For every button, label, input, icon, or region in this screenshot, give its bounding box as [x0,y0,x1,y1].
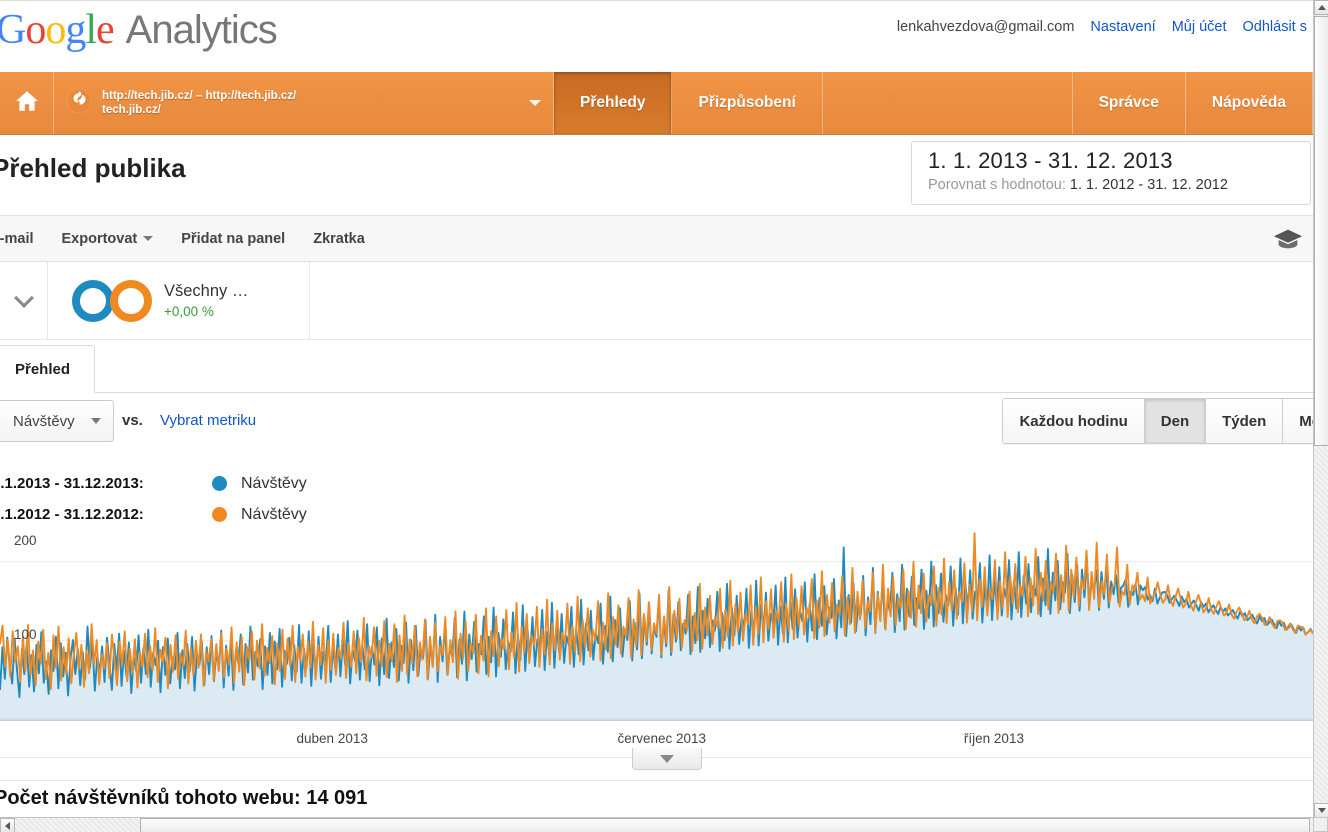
metric-controls-row: Návštěvy vs. Vybrat metriku Každou hodin… [0,398,1328,452]
sign-out-link[interactable]: Odhlásit s [1243,19,1307,35]
export-button[interactable]: Exportovat [48,231,168,247]
date-range-compare: Porovnat s hodnotou: 1. 1. 2012 - 31. 12… [928,177,1310,193]
report-toolbar: E-mail Exportovat Přidat na panel Zkratk… [0,215,1313,262]
vertical-scrollbar-thumb[interactable] [1314,16,1328,446]
legend-dot-compare [212,507,227,522]
site-visitors-count: Počet návštěvníků tohoto webu: 14 091 [0,787,368,809]
google-analytics-logo: Google Analytics [0,7,278,53]
arrow-down-icon [1317,808,1326,813]
page-title-row: Přehled publika 1. 1. 2013 - 31. 12. 201… [0,135,1313,215]
segment-donut-icons [72,279,152,322]
export-label: Exportovat [61,230,138,247]
property-selector[interactable]: http://tech.jib.cz/ – http://tech.jib.cz… [54,72,554,134]
add-to-dashboard-label: Přidat na panel [181,230,286,247]
email-button[interactable]: E-mail [0,231,48,247]
x-axis-label-october: říjen 2013 [963,731,1024,746]
scroll-left-button[interactable] [0,818,15,832]
nav-tab-reports[interactable]: Přehledy [554,72,673,134]
site-visitors-section: Počet návštěvníků tohoto webu: 14 091 [0,780,1313,818]
scroll-up-button[interactable] [1314,0,1328,15]
granularity-day[interactable]: Den [1144,399,1207,443]
account-email: lenkahvezdova@gmail.com [896,19,1075,35]
donut-icon-orange [110,279,152,322]
legend-date-compare: 1.1.2012 - 31.12.2012: [0,506,144,523]
date-range-primary: 1. 1. 2013 - 31. 12. 2013 [928,148,1173,173]
date-range-compare-label: Porovnat s hodnotou: [928,177,1066,193]
chart-canvas [0,530,1313,720]
segment-row: Všechny … +0,00 % [0,262,1313,340]
property-name: http://tech.jib.cz/ – http://tech.jib.cz… [102,89,519,117]
segment-name: Všechny … [164,282,249,300]
nav-tab-admin[interactable]: Správce [1073,72,1186,134]
arrow-left-icon [5,821,10,830]
property-line-2: tech.jib.cz/ [102,104,161,116]
granularity-button-group: Každou hodinu Den Týden Měsíc [1002,398,1328,444]
segment-row-empty [310,262,1313,339]
globe-icon [66,88,92,119]
chevron-down-icon [143,236,154,241]
email-label: E-mail [0,230,34,247]
shortcut-button[interactable]: Zkratka [299,231,379,247]
visits-timeseries-chart[interactable]: 200 100 [0,530,1313,720]
granularity-hourly[interactable]: Každou hodinu [1003,399,1145,443]
chevron-down-icon [529,100,541,106]
graduation-cap-icon[interactable] [1273,228,1303,255]
scroll-down-button[interactable] [1314,803,1328,818]
add-to-dashboard-button[interactable]: Přidat na panel [167,231,299,247]
x-axis-label-july: červenec 2013 [617,731,707,746]
y-axis-label-200: 200 [14,533,37,548]
segment-percent: +0,00 % [164,304,214,319]
vs-label: vs. [122,412,143,429]
chart-collapse-button[interactable] [632,748,702,770]
main-navigation-bar: http://tech.jib.cz/ – http://tech.jib.cz… [0,72,1313,135]
granularity-week[interactable]: Týden [1206,399,1284,443]
x-axis-label-april: duben 2013 [296,731,368,746]
date-range-selector[interactable]: 1. 1. 2013 - 31. 12. 2013 Porovnat s hod… [911,141,1311,205]
y-axis-label-100: 100 [14,627,37,642]
chevron-down-icon [660,754,674,763]
home-button[interactable] [0,72,54,134]
shortcut-label: Zkratka [313,230,365,247]
nav-tab-help[interactable]: Nápověda [1186,72,1313,134]
settings-link[interactable]: Nastavení [1090,19,1155,35]
subtab-underline [0,392,1313,393]
legend-row: 1.1.2013 - 31.12.2013: Návštěvy [0,468,700,499]
tab-overview[interactable]: Přehled [0,345,96,393]
account-bar: lenkahvezdova@gmail.com Nastavení Můj účet… [897,19,1307,35]
legend-metric-primary: Návštěvy [241,474,307,492]
segment-panel-toggle[interactable] [0,262,48,339]
top-bar: Google Analytics lenkahvezdova@gmail.com N… [0,0,1313,72]
legend-row: 1.1.2012 - 31.12.2012: Návštěvy [0,499,700,530]
select-metric-link[interactable]: Vybrat metriku [160,412,256,429]
nav-spacer [823,72,1073,134]
analytics-page: Google Analytics lenkahvezdova@gmail.com N… [0,0,1328,832]
horizontal-scrollbar[interactable] [0,817,1328,832]
chevron-down-icon [90,418,101,424]
segment-all-sessions[interactable]: Všechny … +0,00 % [48,262,310,339]
scrollbar-corner [1313,817,1328,832]
donut-icon-blue [72,279,114,322]
product-name: Analytics [125,8,278,52]
horizontal-scrollbar-thumb[interactable] [140,818,1310,832]
vertical-scrollbar[interactable] [1313,0,1328,818]
page-title: Přehled publika [0,153,186,183]
home-icon [14,88,40,119]
property-line-1: http://tech.jib.cz/ – http://tech.jib.cz… [102,90,297,102]
legend-metric-compare: Návštěvy [241,505,307,523]
chart-legend: 1.1.2013 - 31.12.2013: Návštěvy 1.1.2012… [0,468,700,530]
segment-text: Všechny … +0,00 % [164,282,248,319]
my-account-link[interactable]: Můj účet [1172,19,1227,35]
chevron-down-icon [13,287,34,308]
primary-metric-value: Návštěvy [13,412,75,430]
legend-dot-primary [212,476,227,491]
report-subtabs: Přehled [0,345,1313,393]
primary-metric-select[interactable]: Návštěvy [0,400,114,442]
legend-date-primary: 1.1.2013 - 31.12.2013: [0,475,144,492]
date-range-compare-value: 1. 1. 2012 - 31. 12. 2012 [1069,177,1228,193]
nav-tab-customization[interactable]: Přizpůsobení [672,72,823,134]
arrow-up-icon [1317,5,1326,10]
